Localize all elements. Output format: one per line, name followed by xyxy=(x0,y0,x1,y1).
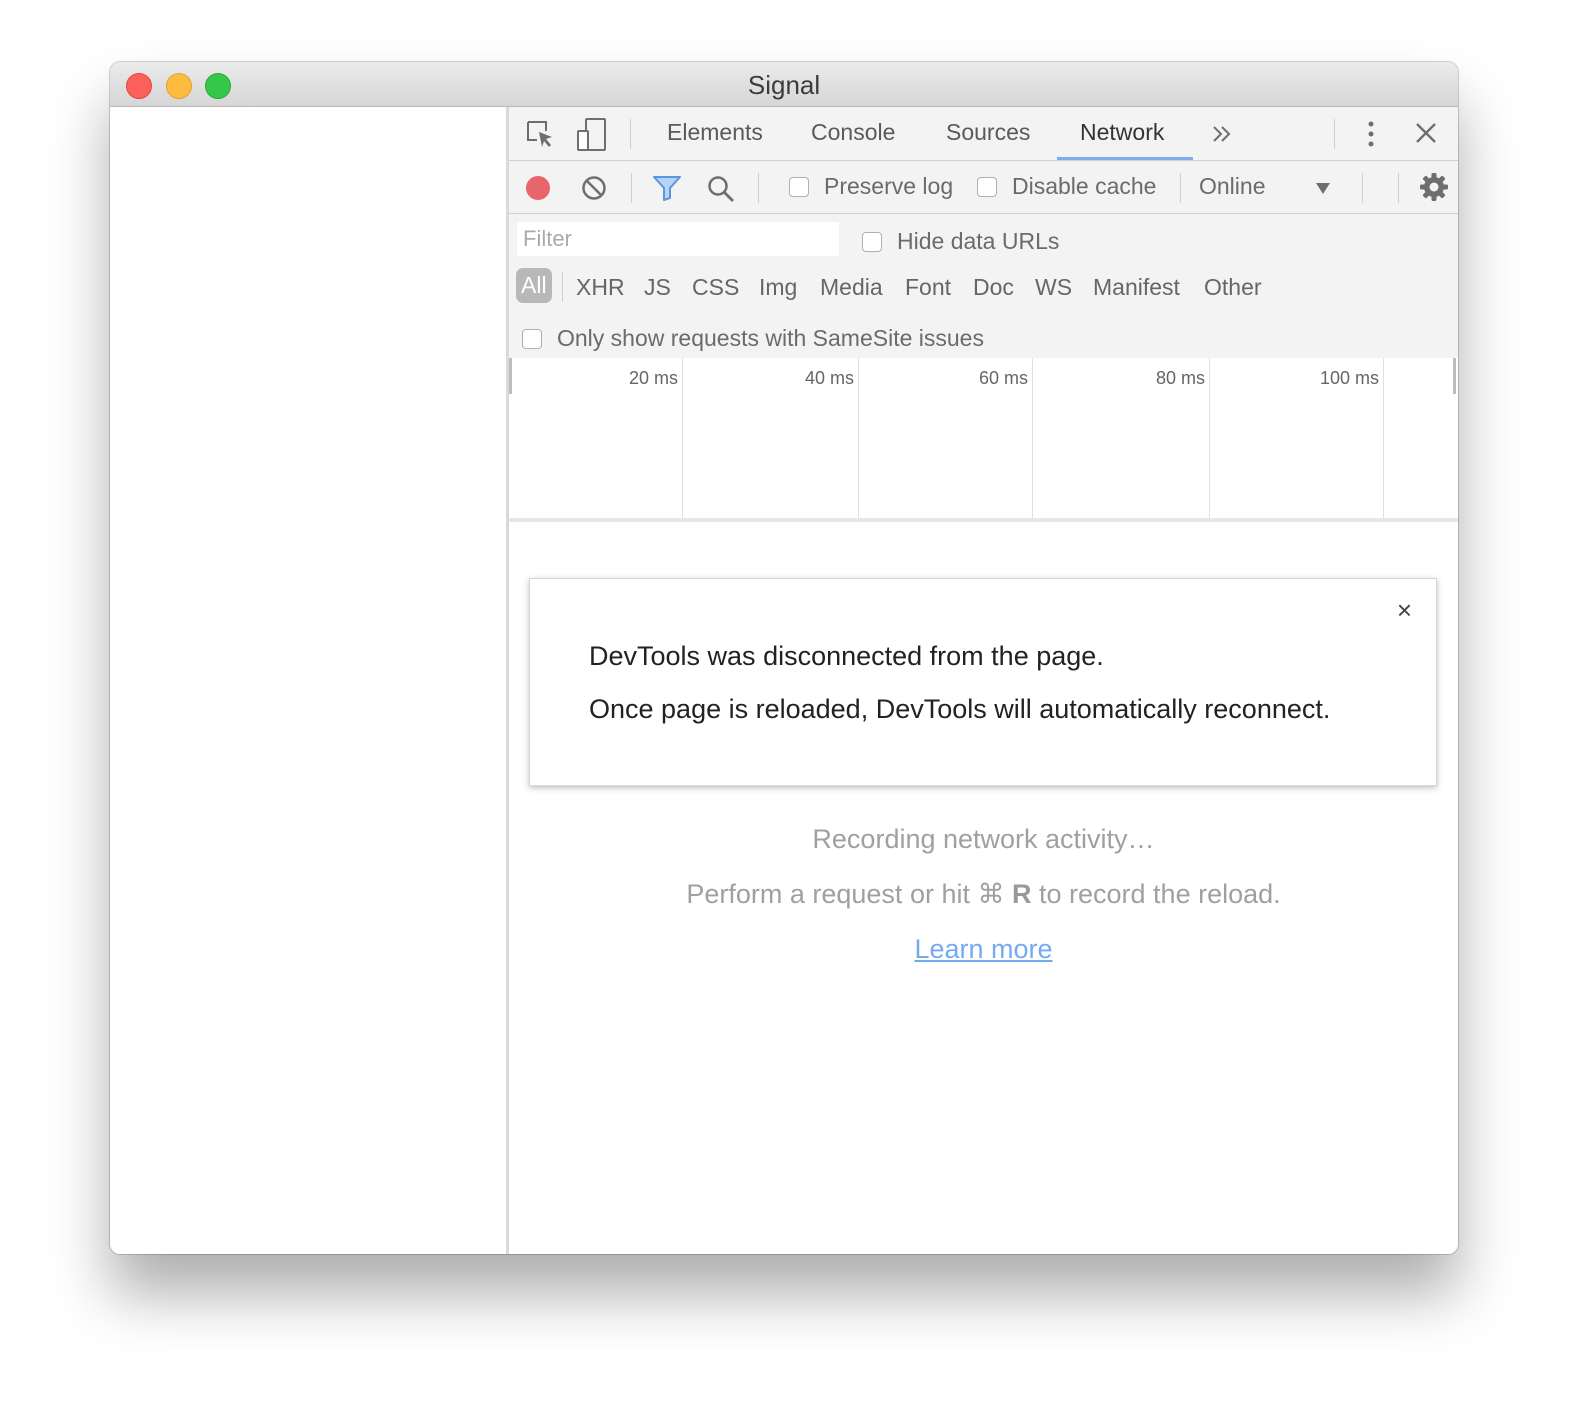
timeline-right-handle[interactable] xyxy=(1453,358,1456,394)
learn-more-row: Learn more xyxy=(509,934,1458,965)
clear-icon[interactable] xyxy=(581,175,607,206)
type-filter-ws[interactable]: WS xyxy=(1035,272,1072,303)
filter-icon[interactable] xyxy=(652,174,682,207)
timeline-tick-label: 100 ms xyxy=(1319,368,1379,388)
filter-input[interactable] xyxy=(517,222,839,256)
disable-cache-label: Disable cache xyxy=(1012,173,1157,199)
throttling-value: Online xyxy=(1199,173,1266,199)
tab-sources[interactable]: Sources xyxy=(946,119,1030,146)
type-filter-other[interactable]: Other xyxy=(1204,272,1262,303)
hide-data-urls-label: Hide data URLs xyxy=(897,228,1060,254)
hide-data-urls-checkbox[interactable] xyxy=(862,232,882,252)
devtools-panel: Elements Console Sources Network Preserv… xyxy=(509,107,1458,1254)
kebab-menu-icon[interactable] xyxy=(1363,119,1379,154)
toolbar-separator xyxy=(631,173,632,203)
samesite-checkbox[interactable] xyxy=(522,329,542,349)
timeline-gridline xyxy=(1032,358,1033,518)
learn-more-link[interactable]: Learn more xyxy=(914,934,1052,964)
preserve-log-label: Preserve log xyxy=(824,173,954,199)
dialog-message-line2: Once page is reloaded, DevTools will aut… xyxy=(589,694,1331,724)
gear-icon[interactable] xyxy=(1419,172,1449,207)
toolbar-separator xyxy=(1180,173,1181,203)
samesite-label: Only show requests with SameSite issues xyxy=(557,325,984,351)
tab-separator xyxy=(630,119,631,149)
throttling-select[interactable]: Online xyxy=(1189,167,1339,207)
network-content: × DevTools was disconnected from the pag… xyxy=(509,522,1458,1254)
tab-network[interactable]: Network xyxy=(1080,119,1164,146)
preserve-log-checkbox[interactable] xyxy=(789,177,809,197)
window-title: Signal xyxy=(747,70,821,100)
reload-hint-key: R xyxy=(1011,879,1032,909)
type-filter-manifest[interactable]: Manifest xyxy=(1093,272,1180,303)
dialog-message-line1: DevTools was disconnected from the page. xyxy=(589,641,1104,671)
timeline-gridline xyxy=(1209,358,1210,518)
type-separator xyxy=(562,272,563,302)
type-filter-img[interactable]: Img xyxy=(759,272,797,303)
disable-cache-checkbox[interactable] xyxy=(977,177,997,197)
app-window: Signal Elements Console Sources Network … xyxy=(110,62,1458,1254)
toolbar-separator xyxy=(758,173,759,203)
timeline-tick-label: 20 ms xyxy=(628,368,678,388)
active-tab-indicator xyxy=(1057,157,1193,160)
network-timeline-overview[interactable]: 20 ms 40 ms 60 ms 80 ms 100 ms xyxy=(509,358,1458,522)
tab-console[interactable]: Console xyxy=(811,119,895,146)
timeline-tick-label: 80 ms xyxy=(1155,368,1205,388)
timeline-left-handle[interactable] xyxy=(509,358,512,394)
search-icon[interactable] xyxy=(706,174,736,209)
timeline-gridline xyxy=(1383,358,1384,518)
title-bar: Signal xyxy=(110,62,1458,107)
chevron-down-icon xyxy=(1315,181,1331,200)
timeline-tick-label: 40 ms xyxy=(804,368,854,388)
network-toolbar: Preserve log Disable cache Online xyxy=(509,161,1458,214)
inspect-element-icon[interactable] xyxy=(525,119,557,156)
type-filter-xhr[interactable]: XHR xyxy=(576,272,625,303)
more-tabs-icon[interactable] xyxy=(1211,123,1233,150)
close-devtools-icon[interactable] xyxy=(1414,121,1438,150)
type-filter-doc[interactable]: Doc xyxy=(973,272,1014,303)
type-filter-media[interactable]: Media xyxy=(820,272,883,303)
type-filter-js[interactable]: JS xyxy=(644,272,671,303)
toolbar-separator xyxy=(1362,173,1363,203)
tab-separator xyxy=(1334,119,1335,149)
type-filter-font[interactable]: Font xyxy=(905,272,951,303)
tab-elements[interactable]: Elements xyxy=(667,119,763,146)
type-filter-css[interactable]: CSS xyxy=(692,272,739,303)
device-toolbar-icon[interactable] xyxy=(575,117,609,158)
devtools-tab-bar: Elements Console Sources Network xyxy=(509,107,1458,161)
reload-hint-text-end: to record the reload. xyxy=(1039,879,1281,909)
timeline-gridline xyxy=(858,358,859,518)
record-button[interactable] xyxy=(525,175,551,206)
recording-status: Recording network activity… xyxy=(812,824,1155,854)
toolbar-separator xyxy=(1398,173,1399,203)
page-view xyxy=(110,107,506,1254)
type-filter-all[interactable]: All xyxy=(516,268,552,303)
timeline-gridline xyxy=(682,358,683,518)
network-filter-bar: Hide data URLs All XHR JS CSS Img Media … xyxy=(509,214,1458,359)
disconnected-dialog: × DevTools was disconnected from the pag… xyxy=(529,578,1437,786)
reload-hint: Perform a request or hit ⌘ R to record t… xyxy=(509,879,1458,910)
dialog-close-icon[interactable]: × xyxy=(1397,595,1412,626)
timeline-tick-label: 60 ms xyxy=(978,368,1028,388)
reload-hint-text: Perform a request or hit ⌘ xyxy=(686,879,1005,909)
